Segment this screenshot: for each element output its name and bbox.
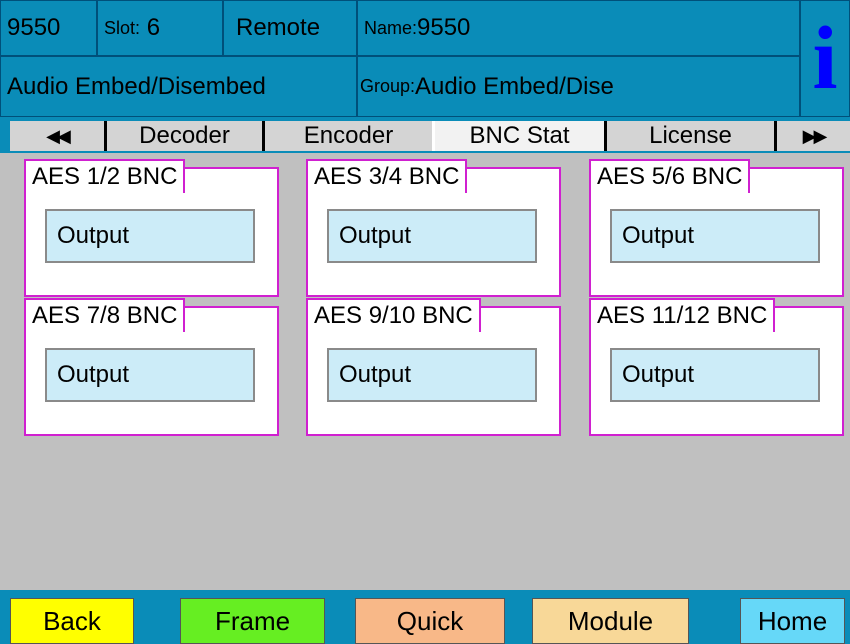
aes-1-2-output-button[interactable]: Output <box>45 209 255 263</box>
group-value: Audio Embed/Dise <box>415 72 614 100</box>
header-bar: 9550 Slot: 6 Remote Name: 9550 Audio Embe… <box>0 0 850 117</box>
name-value: 9550 <box>417 14 471 41</box>
tab-bnc-stat[interactable]: BNC Stat <box>432 121 604 151</box>
group-label: Group: <box>360 76 416 96</box>
tabs-prev-arrow-icon[interactable]: ◀◀ <box>10 121 104 151</box>
aes-11-12-output-button[interactable]: Output <box>610 348 820 402</box>
device-id: 9550 <box>0 0 97 56</box>
footer-nav: Back Frame Quick Module Home <box>0 590 850 644</box>
back-button[interactable]: Back <box>10 598 134 644</box>
panel-title: AES 7/8 BNC <box>24 298 186 332</box>
panel-aes-1-2: AES 1/2 BNC Output <box>24 159 279 297</box>
panel-title: AES 5/6 BNC <box>589 159 751 193</box>
panel-aes-5-6: AES 5/6 BNC Output <box>589 159 844 297</box>
aes-9-10-output-button[interactable]: Output <box>327 348 537 402</box>
bnc-status-area: AES 1/2 BNC Output AES 3/4 BNC Output AE… <box>0 153 850 590</box>
slot-info: Slot: 6 <box>97 0 223 56</box>
home-button[interactable]: Home <box>740 598 845 644</box>
module-button[interactable]: Module <box>532 598 689 644</box>
aes-5-6-output-button[interactable]: Output <box>610 209 820 263</box>
aes-3-4-output-button[interactable]: Output <box>327 209 537 263</box>
info-icon[interactable]: i <box>800 0 850 117</box>
panel-aes-11-12: AES 11/12 BNC Output <box>589 298 844 436</box>
group-info: Group: Audio Embed/Dise <box>357 56 800 117</box>
quick-button[interactable]: Quick <box>355 598 505 644</box>
panel-aes-7-8: AES 7/8 BNC Output <box>24 298 279 436</box>
name-label: Name: <box>364 17 418 38</box>
panel-title: AES 11/12 BNC <box>589 298 776 332</box>
slot-value: 6 <box>146 14 161 41</box>
frame-button[interactable]: Frame <box>180 598 325 644</box>
tabs-next-arrow-icon[interactable]: ▶▶ <box>774 121 850 151</box>
tab-decoder[interactable]: Decoder <box>104 121 262 151</box>
mode-status: Remote <box>223 0 357 56</box>
panel-title: AES 1/2 BNC <box>24 159 186 193</box>
name-info: Name: 9550 <box>357 0 800 56</box>
panel-title: AES 9/10 BNC <box>306 298 481 332</box>
slot-label: Slot: <box>104 17 141 38</box>
aes-7-8-output-button[interactable]: Output <box>45 348 255 402</box>
tab-bar: ◀◀ Decoder Encoder BNC Stat License ▶▶ <box>0 117 850 153</box>
panel-title: AES 3/4 BNC <box>306 159 468 193</box>
product-name: Audio Embed/Disembed <box>0 56 357 117</box>
panel-aes-3-4: AES 3/4 BNC Output <box>306 159 561 297</box>
tab-encoder[interactable]: Encoder <box>262 121 432 151</box>
panel-aes-9-10: AES 9/10 BNC Output <box>306 298 561 436</box>
tab-license[interactable]: License <box>604 121 774 151</box>
